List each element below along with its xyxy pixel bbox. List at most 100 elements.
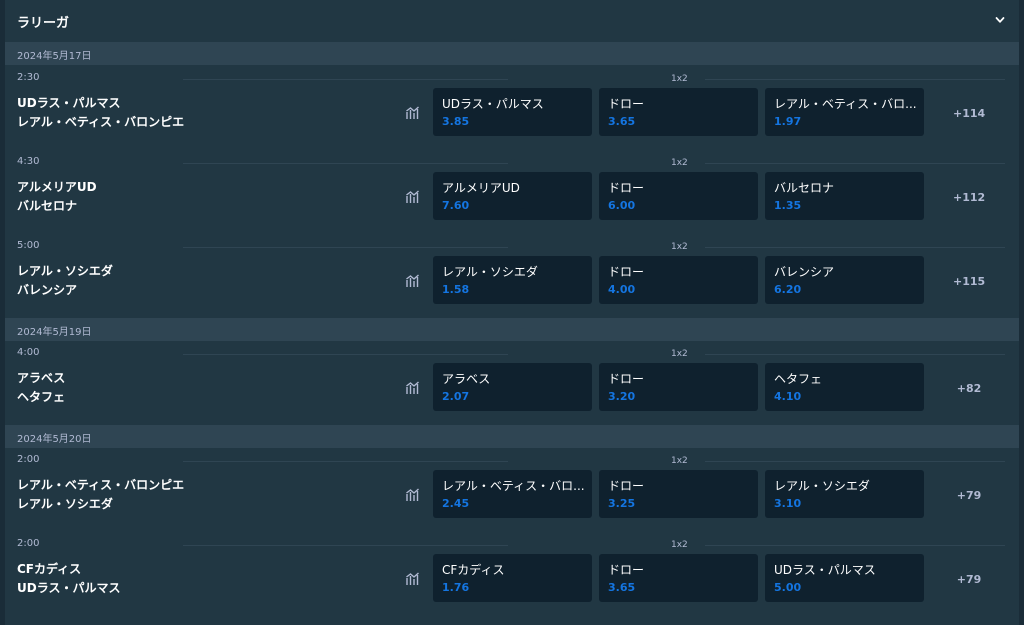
divider — [183, 354, 508, 355]
more-markets-button[interactable]: +114 — [953, 107, 985, 120]
odd-button-home[interactable]: アルメリアUD 7.60 — [433, 172, 592, 220]
odd-button-away[interactable]: レアル・ベティス・バロ... 1.97 — [765, 88, 924, 136]
date-label: 2024年5月19日 — [17, 327, 92, 338]
odd-name: ドロー — [608, 372, 645, 386]
match-row: 2:00 1x2 CFカディス UDラス・パルマス CFカディス 1.76 ドロ… — [5, 538, 1019, 614]
odd-name: レアル・ベティス・バロ... — [442, 479, 585, 493]
away-team[interactable]: UDラス・パルマス — [17, 579, 120, 596]
odd-button-home[interactable]: レアル・ソシエダ 1.58 — [433, 256, 592, 304]
odd-price: 1.76 — [442, 581, 470, 594]
stats-chart-icon[interactable] — [406, 572, 420, 586]
home-team[interactable]: UDラス・パルマス — [17, 94, 120, 111]
odd-button-home[interactable]: CFカディス 1.76 — [433, 554, 592, 602]
odd-name: レアル・ベティス・バロ... — [774, 97, 917, 111]
odd-price: 3.25 — [608, 497, 636, 510]
odd-button-draw[interactable]: ドロー 3.25 — [599, 470, 758, 518]
odd-price: 7.60 — [442, 199, 470, 212]
odd-button-draw[interactable]: ドロー 3.65 — [599, 554, 758, 602]
odd-price: 3.65 — [608, 115, 636, 128]
odd-button-away[interactable]: UDラス・パルマス 5.00 — [765, 554, 924, 602]
odd-button-away[interactable]: バルセロナ 1.35 — [765, 172, 924, 220]
more-markets-button[interactable]: +115 — [953, 275, 985, 288]
stats-chart-icon[interactable] — [406, 381, 420, 395]
market-label: 1x2 — [671, 74, 688, 84]
odd-price: 1.58 — [442, 283, 470, 296]
match-row: 5:00 1x2 レアル・ソシエダ バレンシア レアル・ソシエダ 1.58 ドロ… — [5, 240, 1019, 316]
match-row: 4:30 1x2 アルメリアUD バルセロナ アルメリアUD 7.60 ドロー … — [5, 156, 1019, 232]
market-label: 1x2 — [671, 242, 688, 252]
odd-price: 6.20 — [774, 283, 802, 296]
odd-button-home[interactable]: レアル・ベティス・バロ... 2.45 — [433, 470, 592, 518]
away-team[interactable]: バルセロナ — [17, 197, 77, 214]
stats-chart-icon[interactable] — [406, 190, 420, 204]
odd-price: 2.45 — [442, 497, 470, 510]
more-markets-button[interactable]: +82 — [953, 382, 985, 395]
divider — [705, 163, 1005, 164]
odd-name: ドロー — [608, 265, 645, 279]
stats-chart-icon[interactable] — [406, 274, 420, 288]
league-panel: ラリーガ 2024年5月17日 2:30 1x2 UDラス・パルマス レアル・ベ… — [5, 0, 1019, 625]
divider — [705, 247, 1005, 248]
odd-name: ドロー — [608, 563, 645, 577]
stats-chart-icon[interactable] — [406, 488, 420, 502]
more-markets-button[interactable]: +112 — [953, 191, 985, 204]
home-team[interactable]: アラベス — [17, 369, 65, 386]
odd-button-home[interactable]: アラベス 2.07 — [433, 363, 592, 411]
odd-price: 2.07 — [442, 390, 470, 403]
date-label: 2024年5月20日 — [17, 434, 92, 445]
divider — [705, 545, 1005, 546]
match-row: 2:00 1x2 レアル・ベティス・バロンピエ レアル・ソシエダ レアル・ベティ… — [5, 454, 1019, 530]
home-team[interactable]: CFカディス — [17, 560, 81, 577]
odd-price: 3.65 — [608, 581, 636, 594]
away-team[interactable]: レアル・ソシエダ — [17, 495, 113, 512]
odd-price: 4.10 — [774, 390, 802, 403]
divider — [183, 79, 508, 80]
divider — [705, 354, 1005, 355]
home-team[interactable]: アルメリアUD — [17, 178, 97, 195]
home-team[interactable]: レアル・ベティス・バロンピエ — [17, 476, 184, 493]
more-markets-button[interactable]: +79 — [953, 573, 985, 586]
date-header: 2024年5月17日 — [5, 42, 1019, 65]
chevron-down-icon[interactable] — [995, 15, 1005, 25]
odd-name: ドロー — [608, 479, 645, 493]
date-header: 2024年5月19日 — [5, 318, 1019, 341]
away-team[interactable]: ヘタフェ — [17, 388, 65, 405]
league-title: ラリーガ — [17, 16, 70, 31]
odd-button-draw[interactable]: ドロー 4.00 — [599, 256, 758, 304]
odd-name: UDラス・パルマス — [442, 97, 544, 111]
odd-price: 1.35 — [774, 199, 802, 212]
odd-button-draw[interactable]: ドロー 3.65 — [599, 88, 758, 136]
odd-name: ドロー — [608, 181, 645, 195]
home-team[interactable]: レアル・ソシエダ — [17, 262, 113, 279]
divider — [183, 163, 508, 164]
match-row: 4:00 1x2 アラベス ヘタフェ アラベス 2.07 ドロー 3.20 ヘタ… — [5, 347, 1019, 423]
odd-price: 5.00 — [774, 581, 802, 594]
odd-button-draw[interactable]: ドロー 6.00 — [599, 172, 758, 220]
odd-name: CFカディス — [442, 563, 505, 577]
odd-price: 3.10 — [774, 497, 802, 510]
odd-button-home[interactable]: UDラス・パルマス 3.85 — [433, 88, 592, 136]
odd-price: 4.00 — [608, 283, 636, 296]
odd-button-away[interactable]: バレンシア 6.20 — [765, 256, 924, 304]
odd-button-away[interactable]: ヘタフェ 4.10 — [765, 363, 924, 411]
match-row: 2:30 1x2 UDラス・パルマス レアル・ベティス・バロンピエ UDラス・パ… — [5, 72, 1019, 148]
odd-name: バレンシア — [774, 265, 835, 279]
market-label: 1x2 — [671, 158, 688, 168]
odd-name: UDラス・パルマス — [774, 563, 876, 577]
away-team[interactable]: レアル・ベティス・バロンピエ — [17, 113, 184, 130]
odd-price: 6.00 — [608, 199, 636, 212]
odd-name: アルメリアUD — [442, 181, 520, 195]
odd-button-away[interactable]: レアル・ソシエダ 3.10 — [765, 470, 924, 518]
more-markets-button[interactable]: +79 — [953, 489, 985, 502]
date-label: 2024年5月17日 — [17, 51, 92, 62]
away-team[interactable]: バレンシア — [17, 281, 77, 298]
stats-chart-icon[interactable] — [406, 106, 420, 120]
league-header[interactable]: ラリーガ — [5, 0, 1019, 42]
date-header: 2024年5月20日 — [5, 425, 1019, 448]
divider — [183, 461, 508, 462]
match-time: 4:00 — [17, 347, 40, 358]
match-time: 4:30 — [17, 156, 40, 167]
odd-button-draw[interactable]: ドロー 3.20 — [599, 363, 758, 411]
divider — [705, 79, 1005, 80]
odd-name: ドロー — [608, 97, 645, 111]
